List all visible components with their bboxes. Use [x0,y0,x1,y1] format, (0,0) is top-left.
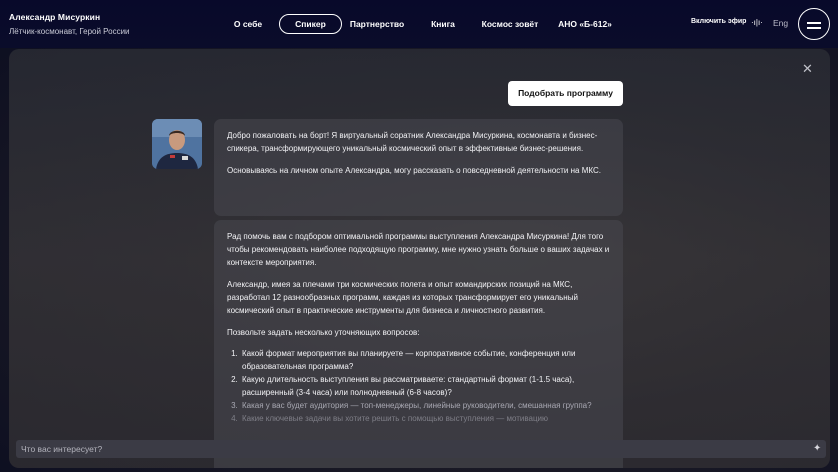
message-paragraph: Александр, имея за плечами три космическ… [227,280,578,315]
hamburger-icon-line [807,27,821,29]
chat-panel: ✕ Подобрать программу Добро пожаловать н… [9,49,830,468]
message-paragraph: Добро пожаловать на борт! Я виртуальный … [227,131,598,153]
nav-item-book[interactable]: Книга [425,14,461,34]
menu-button[interactable] [798,8,830,40]
avatar [152,119,202,169]
language-switch[interactable]: Eng [773,18,788,28]
question-item: Какую длительность выступления вы рассма… [240,373,610,399]
hamburger-icon-line [807,22,821,24]
astronaut-portrait-icon [152,119,202,169]
question-item: Какая у вас будет аудитория — топ-менедж… [240,399,610,412]
message-paragraph: Рад помочь вам с подбором оптимальной пр… [227,232,610,267]
chat-input-bar: ✦ [16,440,826,458]
live-toggle[interactable]: Включить эфир [691,18,746,25]
assistant-message-program: Рад помочь вам с подбором оптимальной пр… [214,220,623,468]
message-paragraph: Позвольте задать несколько уточняющих во… [227,328,420,337]
nav-item-b612[interactable]: АНО «Б-612» [556,14,614,34]
question-item: Какие ключевые задачи вы хотите решить с… [240,412,610,425]
audio-wave-icon[interactable]: ·ı|ı· [751,18,763,27]
message-paragraph: Основываясь на личном опыте Александра, … [227,166,601,175]
question-list: Какой формат мероприятия вы планируете —… [227,347,610,425]
nav-item-space-calls[interactable]: Космос зовёт [478,14,542,34]
question-item: Какой формат мероприятия вы планируете —… [240,347,610,373]
close-icon[interactable]: ✕ [802,62,813,75]
pick-program-button[interactable]: Подобрать программу [508,81,623,106]
assistant-message-welcome: Добро пожаловать на борт! Я виртуальный … [214,119,623,216]
nav-item-about[interactable]: О себе [227,14,269,34]
nav-item-speaker[interactable]: Спикер [279,14,342,34]
top-bar: Александр Мисуркин Лётчик-космонавт, Гер… [0,0,838,48]
chat-input[interactable] [16,440,806,458]
sparkle-send-icon[interactable]: ✦ [813,443,821,455]
nav-item-partnership[interactable]: Партнерство [346,14,408,34]
